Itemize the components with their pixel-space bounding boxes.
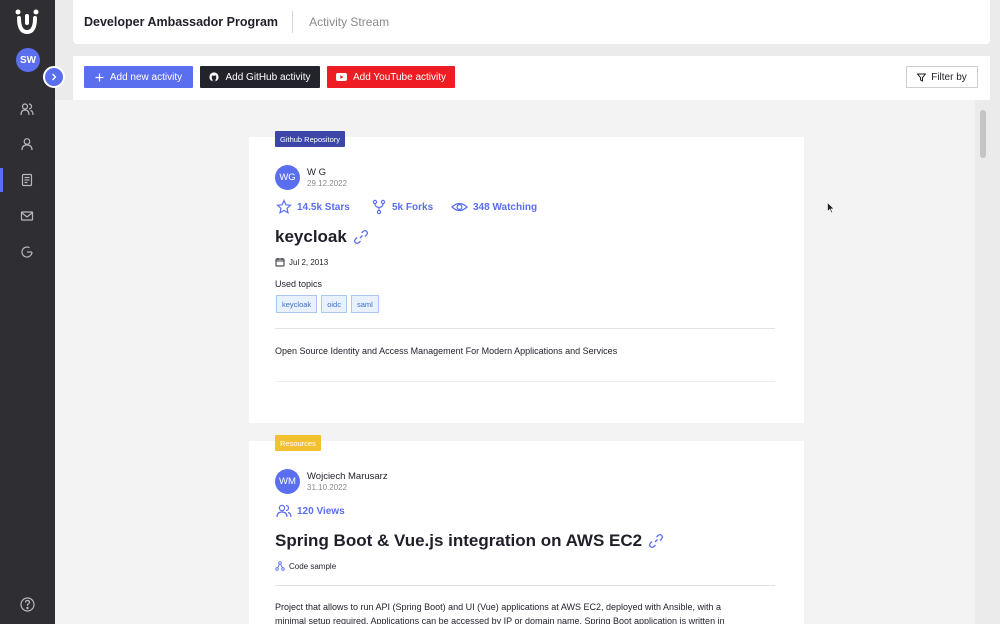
resource-category-text: Code sample	[289, 561, 337, 571]
watching-stat: 348 Watching	[451, 199, 537, 215]
views-count: 120 Views	[297, 505, 345, 517]
user-avatar[interactable]: SW	[16, 48, 40, 72]
card-divider	[275, 328, 775, 329]
filter-by-button[interactable]: Filter by	[906, 66, 978, 88]
viewers-icon	[276, 504, 292, 518]
activity-date: 29.12.2022	[307, 179, 348, 188]
user-icon[interactable]	[18, 135, 36, 153]
fork-icon	[372, 199, 386, 215]
add-new-activity-label: Add new activity	[109, 71, 183, 83]
sidebar: SW	[0, 0, 55, 624]
filter-by-label: Filter by	[931, 71, 967, 83]
add-github-activity-button[interactable]: Add GitHub activity	[200, 66, 320, 88]
topic-chip[interactable]: oidc	[321, 295, 347, 313]
resource-title[interactable]: Spring Boot & Vue.js integration on AWS …	[275, 531, 664, 551]
add-youtube-activity-label: Add YouTube activity	[352, 71, 447, 83]
resource-category: Code sample	[275, 561, 336, 571]
resources-tag: Resources	[275, 435, 321, 451]
used-topics-label: Used topics	[275, 279, 323, 289]
topic-chip[interactable]: keycloak	[276, 295, 318, 313]
card-divider	[275, 585, 775, 586]
refresh-icon[interactable]	[18, 243, 36, 261]
youtube-icon	[335, 73, 347, 81]
forks-count: 5k Forks	[392, 201, 434, 213]
forks-stat: 5k Forks	[371, 199, 433, 215]
users-icon[interactable]	[18, 100, 36, 118]
resource-description-line2: minimal setup required. Applications can…	[275, 616, 725, 624]
author-avatar[interactable]: WM	[275, 469, 300, 494]
stars-count: 14.5k Stars	[297, 201, 350, 213]
repository-description: Open Source Identity and Access Manageme…	[275, 346, 618, 356]
mouse-cursor-icon	[827, 202, 835, 214]
github-repository-tag: Github Repository	[275, 131, 346, 147]
add-new-activity-button[interactable]: Add new activity	[84, 66, 193, 88]
plus-icon	[95, 73, 104, 81]
breadcrumb-activity-stream[interactable]: Activity Stream	[293, 15, 389, 29]
app-logo-icon[interactable]	[14, 8, 40, 34]
repository-title[interactable]: keycloak	[275, 227, 369, 247]
author-avatar[interactable]: WG	[275, 165, 300, 190]
eye-icon	[451, 202, 468, 212]
star-icon	[276, 199, 292, 215]
link-icon[interactable]	[648, 533, 664, 549]
watching-count: 348 Watching	[473, 201, 538, 213]
toolbar: Add new activity Add GitHub activity Add…	[73, 56, 990, 100]
stars-stat: 14.5k Stars	[276, 199, 350, 215]
created-date-text: Jul 2, 2013	[289, 257, 329, 267]
add-youtube-activity-button[interactable]: Add YouTube activity	[327, 66, 455, 88]
author-name: Wojciech Marusarz	[307, 471, 388, 482]
link-icon[interactable]	[353, 229, 369, 245]
activity-date: 31.10.2022	[307, 483, 348, 492]
mail-icon[interactable]	[18, 207, 36, 225]
filter-icon	[917, 73, 927, 82]
views-stat: 120 Views	[276, 503, 345, 519]
resource-description-line1: Project that allows to run API (Spring B…	[275, 602, 722, 612]
network-icon	[275, 561, 285, 571]
resource-name[interactable]: Spring Boot & Vue.js integration on AWS …	[275, 531, 642, 551]
nav-active-indicator	[0, 168, 3, 192]
topics-list: keycloak oidc saml	[276, 295, 379, 313]
topic-chip[interactable]: saml	[350, 295, 379, 313]
github-icon	[209, 72, 220, 82]
repository-name[interactable]: keycloak	[275, 227, 347, 247]
scrollbar-thumb[interactable]	[980, 110, 986, 158]
page-header: Developer Ambassador Program Activity St…	[73, 0, 990, 44]
chevron-right-icon	[52, 73, 57, 81]
author-name: W G	[307, 167, 326, 178]
help-icon[interactable]	[19, 596, 36, 613]
calendar-icon	[275, 258, 285, 267]
created-date: Jul 2, 2013	[275, 257, 328, 267]
document-icon[interactable]	[18, 171, 36, 189]
sidebar-expand-button[interactable]	[43, 66, 65, 88]
add-github-activity-label: Add GitHub activity	[225, 71, 311, 83]
card-divider-bottom	[275, 381, 775, 382]
program-title: Developer Ambassador Program	[84, 15, 279, 29]
